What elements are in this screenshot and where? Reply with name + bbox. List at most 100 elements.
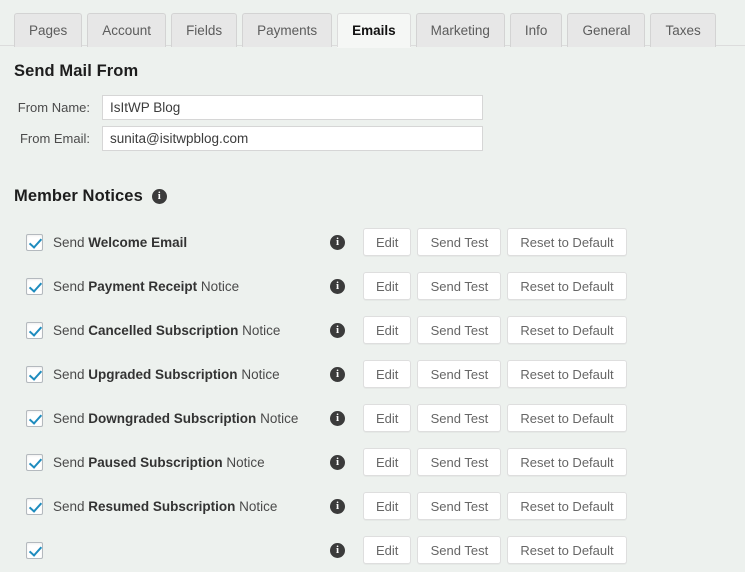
notice-row: Send Paused Subscription Notice i Edit Send… <box>0 440 745 484</box>
tab-payments[interactable]: Payments <box>242 13 333 47</box>
reset-to-default-button[interactable]: Reset to Default <box>507 316 627 344</box>
notice-label-suffix: Notice <box>226 454 265 470</box>
send-test-button[interactable]: Send Test <box>417 492 502 520</box>
notice-label-prefix: Send <box>53 498 85 514</box>
notice-row-actions: i Edit Send Test Reset to Default <box>330 272 627 300</box>
notice-row: Send Resumed Subscription Notice i Edit Sen… <box>0 484 745 528</box>
notice-label: Send Payment Receipt Notice <box>53 279 239 294</box>
from-name-input[interactable] <box>102 95 483 120</box>
form-row: From Name: <box>14 95 745 120</box>
edit-button[interactable]: Edit <box>363 228 412 256</box>
notice-row-actions: i Edit Send Test Reset to Default <box>330 228 627 256</box>
checkbox-welcome-email[interactable] <box>26 233 43 251</box>
edit-button[interactable]: Edit <box>363 360 412 388</box>
checkbox-downgraded-subscription[interactable] <box>26 409 43 427</box>
notice-label-prefix: Send <box>53 366 85 382</box>
reset-to-default-button[interactable]: Reset to Default <box>507 404 627 432</box>
settings-tab-bar: Pages Account Fields Payments Emails Marketin… <box>0 0 745 47</box>
notice-label: Send Welcome Email <box>53 235 187 250</box>
tab-marketing[interactable]: Marketing <box>415 13 505 47</box>
notice-label-suffix: Notice <box>260 410 299 426</box>
tab-info[interactable]: Info <box>509 13 563 47</box>
tab-list: Pages Account Fields Payments Emails Marketin… <box>14 12 745 47</box>
reset-to-default-button[interactable]: Reset to Default <box>507 272 627 300</box>
notice-label-prefix: Send <box>53 322 85 338</box>
send-test-button[interactable]: Send Test <box>417 404 502 432</box>
edit-button[interactable]: Edit <box>363 448 412 476</box>
reset-to-default-button[interactable]: Reset to Default <box>507 448 627 476</box>
notice-label-suffix: Notice <box>200 278 240 294</box>
checkbox-payment-receipt[interactable] <box>26 277 43 295</box>
from-email-label: From Email: <box>19 131 90 146</box>
send-test-button[interactable]: Send Test <box>417 448 502 476</box>
tab-taxes[interactable]: Taxes <box>650 13 716 47</box>
notice-label: Send Upgraded Subscription Notice <box>53 367 280 382</box>
notice-label-prefix: Send <box>53 234 85 250</box>
notice-label-suffix: Notice <box>242 322 281 338</box>
notice-label: Send Resumed Subscription Notice <box>53 499 277 514</box>
send-test-button[interactable]: Send Test <box>417 536 502 564</box>
notice-row: Send Payment Receipt Notice i Edit Send Tes… <box>0 264 745 308</box>
reset-to-default-button[interactable]: Reset to Default <box>507 492 627 520</box>
send-mail-from-form: From Name: From Email: <box>0 95 745 151</box>
info-icon[interactable]: i <box>330 498 345 514</box>
info-icon[interactable]: i <box>330 542 345 558</box>
info-icon[interactable]: i <box>330 454 345 470</box>
send-test-button[interactable]: Send Test <box>417 316 502 344</box>
tab-emails[interactable]: Emails <box>337 13 411 47</box>
notice-row: Send Welcome Email i Edit Send Test Reset t… <box>0 220 745 264</box>
checkbox-paused-subscription[interactable] <box>26 453 43 471</box>
send-mail-from-heading: Send Mail From <box>14 62 139 80</box>
notice-label-prefix: Send <box>53 410 85 426</box>
info-icon[interactable]: i <box>330 410 345 426</box>
form-row: From Email: <box>14 126 745 151</box>
checkbox-upgraded-subscription[interactable] <box>26 365 43 383</box>
notice-label: Send Paused Subscription Notice <box>53 455 265 470</box>
info-icon[interactable]: i <box>330 234 345 250</box>
notice-label-prefix: Send <box>53 454 85 470</box>
member-notices-list: Send Welcome Email i Edit Send Test Reset t… <box>0 220 745 572</box>
send-test-button[interactable]: Send Test <box>417 228 502 256</box>
checkbox-row-[interactable] <box>26 541 43 559</box>
info-icon[interactable]: i <box>330 366 345 382</box>
info-icon[interactable]: i <box>151 189 167 204</box>
notice-row: Send Downgraded Subscription Notice i Edit… <box>0 396 745 440</box>
notice-label: Send Downgraded Subscription Notice <box>53 411 298 426</box>
checkbox-resumed-subscription[interactable] <box>26 497 43 515</box>
info-icon[interactable]: i <box>330 278 345 294</box>
notice-row-actions: i Edit Send Test Reset to Default <box>330 448 627 476</box>
notice-label-strong: Downgraded Subscription <box>88 410 257 426</box>
notice-label-strong: Payment Receipt <box>88 278 198 294</box>
notice-row-actions: i Edit Send Test Reset to Default <box>330 404 627 432</box>
tab-general[interactable]: General <box>567 13 646 47</box>
reset-to-default-button[interactable]: Reset to Default <box>507 360 627 388</box>
notice-label-strong: Welcome Email <box>88 234 188 250</box>
tab-fields[interactable]: Fields <box>171 13 238 47</box>
edit-button[interactable]: Edit <box>363 272 412 300</box>
notice-label-strong: Upgraded Subscription <box>88 366 238 382</box>
notice-row: Send Cancelled Subscription Notice i Edit S… <box>0 308 745 352</box>
send-test-button[interactable]: Send Test <box>417 360 502 388</box>
reset-to-default-button[interactable]: Reset to Default <box>507 536 627 564</box>
edit-button[interactable]: Edit <box>363 404 412 432</box>
edit-button[interactable]: Edit <box>363 492 412 520</box>
member-notices-title: Member Notices <box>14 187 143 205</box>
notice-row-actions: i Edit Send Test Reset to Default <box>330 492 627 520</box>
notice-label-prefix: Send <box>53 278 85 294</box>
send-test-button[interactable]: Send Test <box>417 272 502 300</box>
notice-row-actions: i Edit Send Test Reset to Default <box>330 536 627 564</box>
notice-label-suffix: Notice <box>241 366 280 382</box>
checkbox-cancelled-subscription[interactable] <box>26 321 43 339</box>
tab-account[interactable]: Account <box>87 13 167 47</box>
notice-label-strong: Paused Subscription <box>88 454 223 470</box>
from-email-input[interactable] <box>102 126 483 151</box>
notice-row-actions: i Edit Send Test Reset to Default <box>330 316 627 344</box>
reset-to-default-button[interactable]: Reset to Default <box>507 228 627 256</box>
tab-pages[interactable]: Pages <box>14 13 83 47</box>
info-icon[interactable]: i <box>330 322 345 338</box>
notice-label-strong: Resumed Subscription <box>88 498 236 514</box>
edit-button[interactable]: Edit <box>363 316 412 344</box>
notice-label: Send Cancelled Subscription Notice <box>53 323 280 338</box>
edit-button[interactable]: Edit <box>363 536 412 564</box>
notice-row-actions: i Edit Send Test Reset to Default <box>330 360 627 388</box>
